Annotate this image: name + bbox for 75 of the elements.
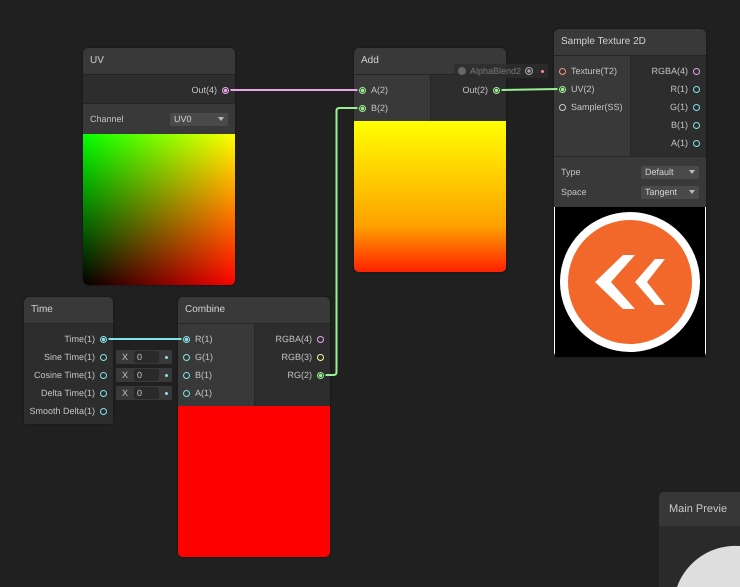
field-value: AlphaBlend2 <box>470 66 522 76</box>
dropdown[interactable]: Tangent <box>641 186 699 198</box>
caret-icon <box>689 170 695 174</box>
port-icon[interactable] <box>693 140 700 146</box>
port-icon[interactable] <box>100 336 107 342</box>
caret-icon <box>218 117 224 121</box>
dropdown[interactable]: Default <box>641 166 699 178</box>
port-label: B(2) <box>371 103 388 113</box>
port-label: A(1) <box>670 138 688 148</box>
port-icon[interactable] <box>100 408 107 414</box>
port-label: G(1) <box>195 352 213 362</box>
port-icon[interactable] <box>693 68 700 74</box>
link-dot-icon <box>165 356 168 358</box>
port-icon[interactable] <box>183 336 190 342</box>
port-icon[interactable] <box>359 86 366 94</box>
port-icon[interactable] <box>317 372 324 378</box>
value-field[interactable]: 0 <box>134 351 159 363</box>
port-label: G(1) <box>670 102 688 112</box>
connection-line[interactable] <box>501 88 558 91</box>
port-label: Cosine Time(1) <box>34 370 95 380</box>
circle-icon <box>458 67 466 75</box>
port-icon[interactable] <box>183 354 190 360</box>
setting-label: Channel <box>90 114 124 124</box>
port-icon[interactable] <box>222 86 229 94</box>
port-label: Delta Time(1) <box>40 388 95 398</box>
port-icon[interactable] <box>100 354 107 360</box>
port-label: A(1) <box>195 388 212 398</box>
port-icon[interactable] <box>100 372 107 378</box>
port-label: Time(1) <box>64 334 95 344</box>
vector-field[interactable]: X 0 <box>116 386 172 400</box>
axis-label: X <box>120 388 129 398</box>
port-label: RGBA(4) <box>275 334 312 344</box>
port-icon[interactable] <box>559 104 566 110</box>
port-icon[interactable] <box>317 336 324 342</box>
port-label: RG(2) <box>288 370 312 380</box>
port-label: Sine Time(1) <box>44 352 95 362</box>
vector-field[interactable]: X 0 <box>116 368 172 382</box>
port-label: Out(4) <box>191 85 217 95</box>
port-icon[interactable] <box>693 104 700 110</box>
port-label: B(1) <box>195 370 212 380</box>
value-field[interactable]: 0 <box>134 369 159 381</box>
connection-line[interactable] <box>326 107 358 376</box>
caret-icon <box>689 190 695 194</box>
port-icon[interactable] <box>359 104 366 112</box>
port-icon[interactable] <box>693 122 700 128</box>
setting-label: Space <box>561 187 587 197</box>
port-label: UV(2) <box>571 84 595 94</box>
dropdown[interactable]: UV0 <box>170 112 228 126</box>
link-dot-icon <box>541 70 544 72</box>
port-label: R(1) <box>195 334 212 344</box>
port-label: A(2) <box>371 85 388 95</box>
port-icon[interactable] <box>183 372 190 378</box>
link-dot-icon <box>165 374 168 376</box>
port-icon[interactable] <box>100 390 107 396</box>
target-icon[interactable] <box>525 67 534 75</box>
axis-label: X <box>120 370 129 380</box>
setting-label: Type <box>561 167 581 177</box>
port-label: R(1) <box>670 84 688 94</box>
sphere-drawing <box>677 545 740 587</box>
port-label: Out(2) <box>462 85 488 95</box>
value-field[interactable]: 0 <box>134 387 159 399</box>
port-icon[interactable] <box>183 390 190 396</box>
link-dot-icon <box>165 392 168 394</box>
port-label: RGBA(4) <box>651 66 688 76</box>
port-icon[interactable] <box>493 86 500 94</box>
port-label: RGB(3) <box>281 352 312 362</box>
port-label: Smooth Delta(1) <box>29 406 95 416</box>
axis-label: X <box>120 352 129 362</box>
port-label: Texture(T2) <box>571 66 618 76</box>
port-label: B(1) <box>670 120 688 130</box>
panel-title: Main Previe <box>659 492 740 526</box>
port-icon[interactable] <box>559 86 566 92</box>
port-icon[interactable] <box>693 86 700 92</box>
vector-field[interactable]: X 0 <box>116 350 172 364</box>
port-label: Sampler(SS) <box>571 102 623 112</box>
